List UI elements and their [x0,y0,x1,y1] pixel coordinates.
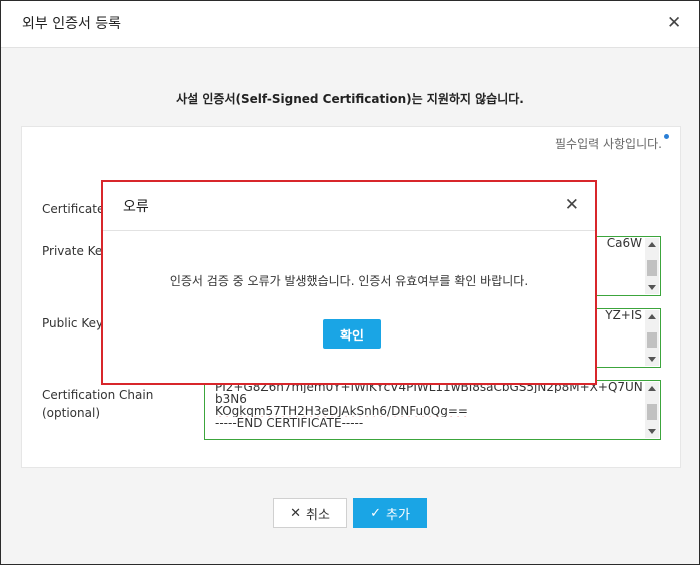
check-icon: ✓ [370,505,381,521]
scroll-up-icon[interactable] [648,242,656,247]
confirm-button[interactable]: 확인 [323,319,381,349]
public-key-scrollbar[interactable] [645,310,659,366]
scroll-down-icon[interactable] [648,285,656,290]
scroll-down-icon[interactable] [648,429,656,434]
add-button[interactable]: ✓ 추가 [353,498,427,528]
close-icon[interactable]: ✕ [667,14,681,32]
add-label: 추가 [385,507,410,523]
private-key-label: Private Key [42,244,110,258]
error-message: 인증서 검증 중 오류가 발생했습니다. 인증서 유효여부를 확인 바랍니다. [169,274,529,288]
private-key-scrollbar[interactable] [645,238,659,294]
chain-line: b3N6 [215,393,247,405]
scroll-up-icon[interactable] [648,314,656,319]
error-dialog-header: 오류 ✕ [103,182,595,231]
dialog-title: 외부 인증서 등록 [22,16,122,32]
close-icon: ✕ [290,505,301,521]
dialog-header: 외부 인증서 등록 ✕ [1,1,699,48]
public-key-label: Public Key [42,316,104,330]
certification-chain-textarea[interactable]: PI2+G8Z6n7mjem0Y+iWiKYcV4PIWL11wBI8saCbG… [204,380,661,440]
scroll-down-icon[interactable] [648,357,656,362]
cancel-label: 취소 [305,507,330,523]
error-dialog-title: 오류 [123,199,149,215]
chain-line: KOgkqm57TH2H3eDJAkSnh6/DNFu0Qg== [215,405,468,417]
certificate-label: Certificate [42,202,105,216]
scroll-thumb[interactable] [647,404,657,420]
self-signed-notice: 사설 인증서(Self-Signed Certification)는 지원하지 … [176,92,524,106]
scroll-up-icon[interactable] [648,386,656,391]
chain-label: Certification Chain [42,388,154,402]
required-note: 필수입력 사항입니다. [555,137,662,151]
required-dot-icon [664,134,669,139]
chain-line: -----END CERTIFICATE----- [215,417,364,429]
scroll-thumb[interactable] [647,332,657,348]
chain-scrollbar[interactable] [645,382,659,438]
chain-optional-note: (optional) [42,406,100,420]
scroll-thumb[interactable] [647,260,657,276]
close-icon[interactable]: ✕ [565,196,579,214]
register-certificate-dialog: 외부 인증서 등록 ✕ 사설 인증서(Self-Signed Certifica… [0,0,700,565]
cancel-button[interactable]: ✕ 취소 [273,498,347,528]
error-dialog: 오류 ✕ 인증서 검증 중 오류가 발생했습니다. 인증서 유효여부를 확인 바… [101,180,597,385]
